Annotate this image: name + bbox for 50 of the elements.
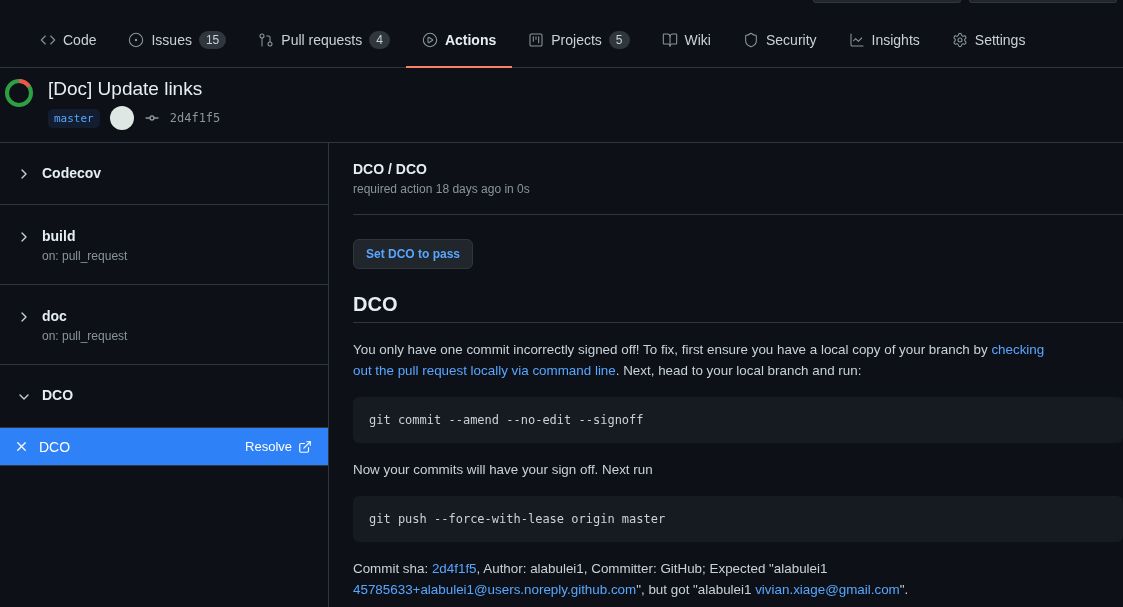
link[interactable]: vivian.xiage@gmail.com (755, 582, 900, 597)
link[interactable]: out the pull request locally via command line (353, 363, 616, 378)
check-title: DCO / DCO (353, 161, 428, 177)
nav-tab[interactable]: Issues 15 (112, 14, 243, 68)
paragraph: Commit sha: 2d4f1f5, Author: alabulei1, Committer: GitHub; Expected "alabulei1 45785633+alabulei1@users.noreply.github.com", but got "alabulei1 vivian.xiage@gmail.com". (353, 560, 910, 599)
board-icon (528, 32, 545, 48)
set-pass-button[interactable]: Set DCO to pass (353, 239, 474, 269)
branch-label[interactable]: master (48, 108, 100, 128)
job-name[interactable]: build (42, 228, 128, 244)
job-trigger: on: pull_request (42, 249, 128, 263)
paragraph: Now your commits will have your sign off. Next run (353, 461, 654, 479)
avatar (109, 106, 134, 130)
book-icon (661, 32, 678, 48)
count-badge: 15 (198, 31, 227, 49)
job-trigger: on: pull_request (42, 329, 128, 343)
pull-request-icon (258, 32, 275, 48)
close-icon (14, 439, 29, 454)
code-icon (40, 32, 56, 48)
line-chart-icon (848, 32, 865, 48)
link[interactable]: 2d4f1f5 (431, 561, 477, 576)
link[interactable]: checking (991, 342, 1045, 357)
nav-tab[interactable]: Pull requests 4 (242, 14, 406, 68)
commit-sha[interactable]: 2d4f1f5 (169, 111, 221, 125)
nav-tab[interactable]: Security (726, 14, 833, 68)
status-ring-icon (4, 78, 34, 108)
play-icon (421, 32, 438, 48)
section-heading: DCO (353, 293, 1123, 323)
job-name[interactable]: DCO (42, 387, 74, 403)
job-name[interactable]: Codecov (42, 165, 102, 181)
job-name[interactable]: doc (42, 308, 128, 324)
code-block: git commit --amend --no-edit --signoff (353, 397, 1123, 443)
nav-tab[interactable]: Settings (935, 14, 1042, 68)
circle-dot-icon (128, 32, 145, 48)
external-link-icon (298, 439, 312, 454)
nav-tab[interactable]: Code (24, 14, 113, 68)
count-badge: 4 (369, 31, 390, 49)
paragraph: You only have one commit incorrectly signed off! To fix, first ensure you have a local copy of your branch by checking out the pull request locally via command line. Next, head to your local branch and run: (353, 341, 1046, 380)
run-title: [Doc] Update links (48, 78, 204, 100)
nav-tab[interactable]: Wiki (645, 14, 727, 68)
count-badge: 5 (608, 31, 630, 49)
shield-icon (742, 32, 759, 48)
code-block: git push --force-with-lease origin master (353, 496, 1123, 542)
nav-tab[interactable]: Insights (832, 14, 936, 68)
nav-tab[interactable]: Projects 5 (512, 14, 646, 68)
settings-icon (951, 32, 968, 48)
check-subtitle: required action 18 days ago in 0s (353, 182, 531, 196)
nav-tab[interactable]: Actions (405, 14, 513, 68)
resolve-link[interactable]: Resolve (245, 439, 312, 454)
link[interactable]: 45785633+alabulei1@users.noreply.github.com (353, 582, 637, 597)
job-step[interactable]: DCO Resolve (0, 427, 328, 466)
